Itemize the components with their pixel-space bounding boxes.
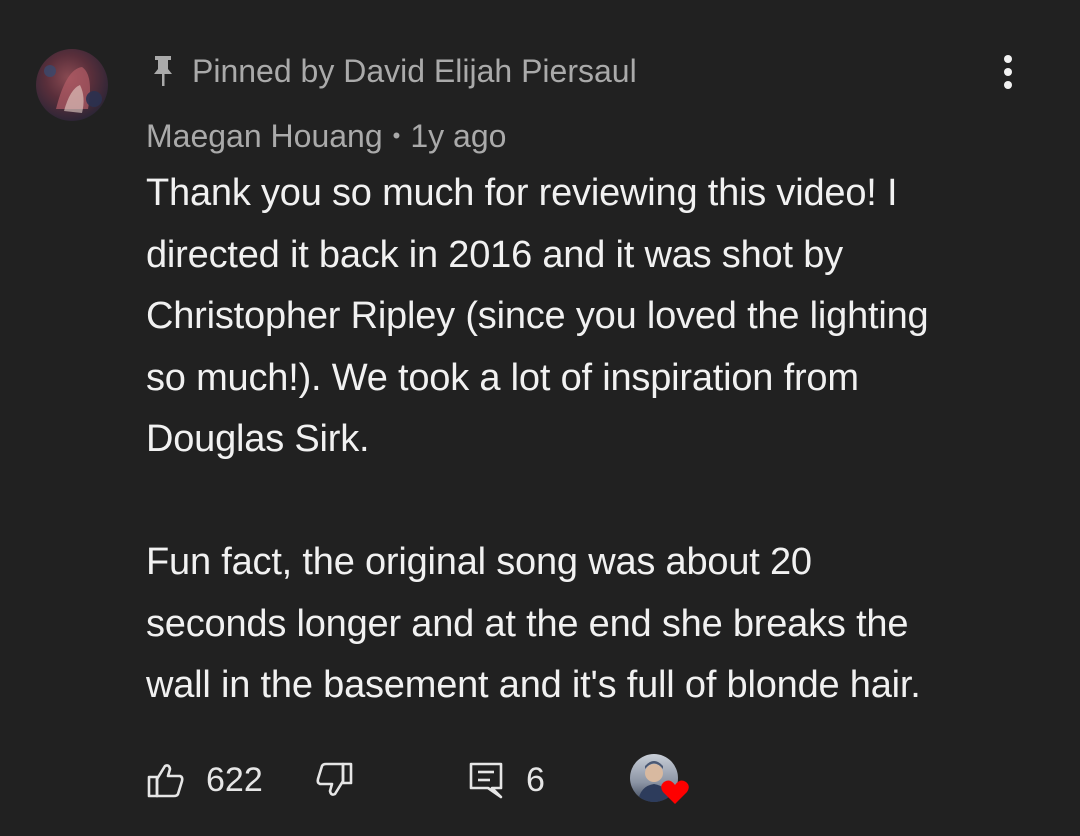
thumbs-down-icon	[314, 760, 354, 800]
pin-icon	[148, 54, 178, 88]
body-line: Fun fact, the original song was about 20	[146, 541, 812, 583]
body-line: so much!). We took a lot of inspiration …	[146, 356, 859, 399]
author-avatar[interactable]	[36, 49, 108, 121]
heart-icon	[660, 778, 690, 806]
reply-button[interactable]: 6	[468, 752, 545, 808]
like-button[interactable]: 622	[146, 752, 263, 808]
body-line: seconds longer and at the end she breaks…	[146, 602, 909, 645]
pinned-label: Pinned by David Elijah Piersaul	[192, 52, 637, 89]
author-name[interactable]: Maegan Houang	[146, 118, 383, 155]
comment-timestamp: 1y ago	[410, 117, 507, 154]
body-line: wall in the basement and it's full of bl…	[146, 664, 921, 706]
body-line: Thank you so much for reviewing this vid…	[146, 172, 898, 214]
comment-meta: Maegan Houang • 1y ago	[146, 115, 506, 157]
comment-actions: 622 6	[146, 752, 1046, 808]
more-options-button[interactable]	[990, 52, 1026, 96]
comment-body: Thank you so much for reviewing this vid…	[146, 163, 1046, 717]
thumbs-up-icon	[146, 760, 186, 800]
body-line: Christopher Ripley (since you loved the …	[146, 295, 929, 337]
body-line: Douglas Sirk.	[146, 418, 370, 460]
creator-heart-badge	[630, 754, 692, 810]
pinned-comment: Pinned by David Elijah Piersaul Maegan H…	[0, 0, 1080, 836]
pinned-indicator: Pinned by David Elijah Piersaul	[148, 50, 637, 92]
more-vert-icon	[1002, 52, 1014, 97]
dislike-button[interactable]	[314, 752, 354, 808]
meta-separator: •	[392, 123, 401, 148]
like-count: 622	[206, 760, 263, 799]
body-line: directed it back in 2016 and it was shot…	[146, 233, 843, 276]
reply-count: 6	[526, 760, 545, 799]
reply-comment-icon	[468, 760, 504, 800]
